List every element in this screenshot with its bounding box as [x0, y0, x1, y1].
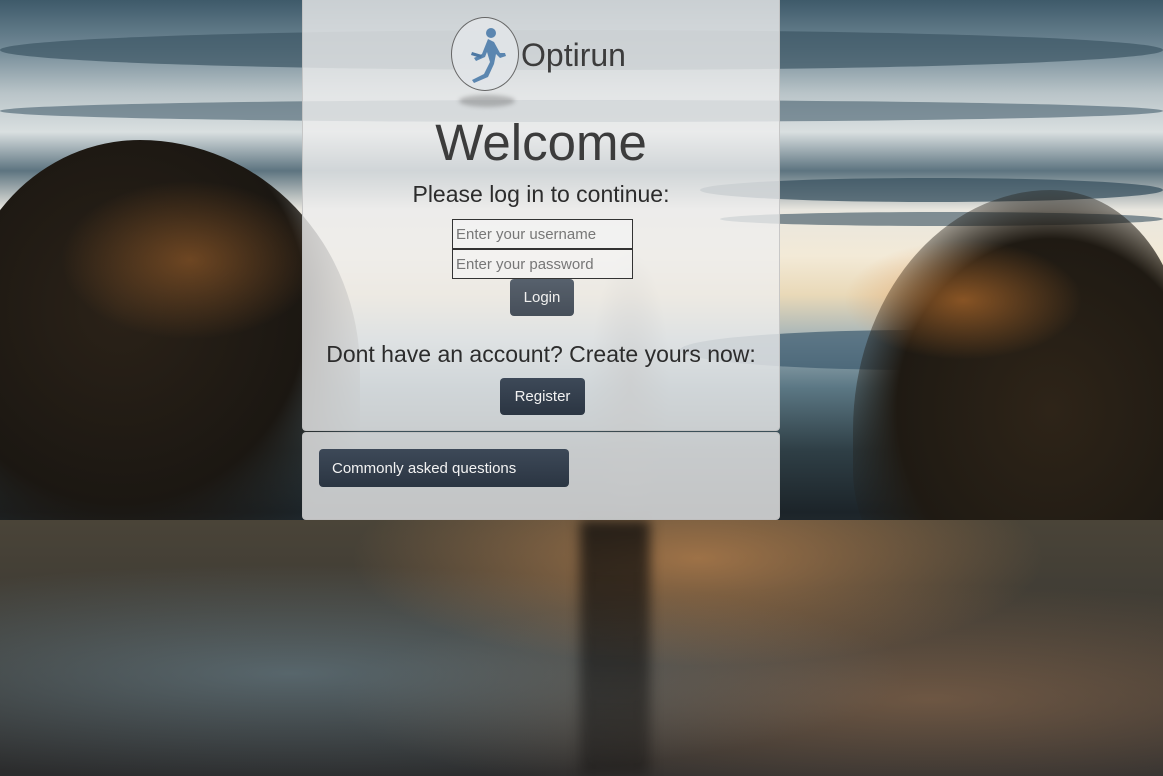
runner-icon	[471, 28, 506, 83]
login-subtitle: Please log in to continue:	[412, 181, 670, 207]
brand: Optirun	[451, 15, 626, 93]
register-button[interactable]: Register	[500, 378, 585, 415]
logo-shadow	[459, 95, 515, 107]
login-button[interactable]: Login	[510, 279, 574, 316]
logo	[451, 17, 519, 91]
faq-button[interactable]: Commonly asked questions	[319, 449, 569, 487]
username-input[interactable]	[452, 219, 633, 249]
faq-panel: Commonly asked questions	[302, 432, 780, 520]
login-panel: Optirun Welcome Please log in to continu…	[302, 0, 780, 431]
register-prompt: Dont have an account? Create yours now:	[326, 341, 756, 367]
runner-shadow	[580, 520, 650, 776]
sunset-glow-left	[60, 180, 320, 340]
brand-name: Optirun	[521, 36, 626, 73]
page-title: Welcome	[435, 114, 647, 171]
password-input[interactable]	[452, 249, 633, 279]
sunset-glow-right	[843, 240, 1083, 360]
